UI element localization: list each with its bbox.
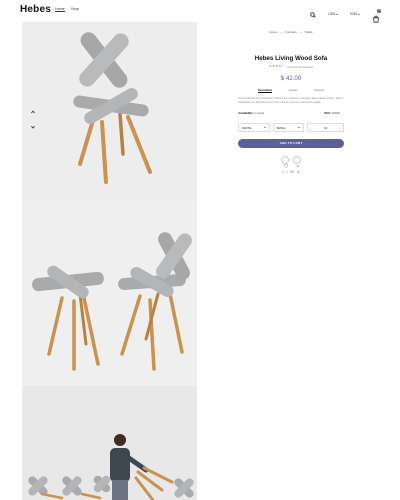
availability: Availability: In stock [238,111,264,115]
nav-item-shop[interactable]: Shop [71,7,79,12]
minus-icon[interactable]: – [311,126,313,130]
color-select[interactable]: WHITE [238,123,270,133]
chevron-down-icon [336,13,339,15]
wishlist-button[interactable] [281,156,289,169]
main-nav: Home Shop [55,7,79,12]
brand-logo[interactable]: Hebes [20,4,51,15]
add-to-cart-button[interactable]: ADD TO CART [238,139,344,149]
pinterest-icon[interactable]: p [298,170,300,174]
chevron-down-icon[interactable] [30,117,36,129]
breadcrumb-item-home[interactable]: Home [269,30,277,34]
plus-icon[interactable]: + [338,126,340,130]
tab-reviews[interactable]: Reviews [314,89,324,93]
breadcrumb-separator: » [300,30,302,34]
breadcrumb-item-sofas[interactable]: Sofas [305,30,313,34]
product-meta: Availability: In stock SKU: D3546 [238,111,344,115]
search-icon[interactable] [310,5,317,23]
breadcrumb-separator: » [280,30,283,34]
product-title: Hebes Living Wood Sofa [254,55,328,62]
tab-details[interactable]: Details [289,89,297,93]
product-image-3[interactable] [22,386,197,500]
sku: SKU: D3546 [324,111,340,115]
language-value: ENG [350,12,357,16]
currency-value: USD [328,12,336,16]
product-image-1[interactable] [22,22,197,204]
secondary-actions [238,156,344,169]
chevron-up-icon[interactable] [30,102,36,114]
size-select[interactable]: SMALL [272,123,305,133]
breadcrumb: Home » Furniture » Sofas [238,30,344,34]
star-icon: ★ [281,64,285,69]
product-gallery [22,22,197,500]
cart-count-badge: 0 [377,9,381,13]
gallery-nav [30,102,36,129]
language-select[interactable]: ENG [350,12,360,16]
product-info-panel: Home » Furniture » Sofas Hebes Living Wo… [238,30,344,174]
heart-icon [283,164,289,169]
sku-label: SKU: [324,111,331,116]
review-count[interactable]: (2 Customer Review) [287,65,313,69]
compare-button[interactable] [293,156,301,168]
size-value: SMALL [276,125,286,130]
product-image-2[interactable] [22,204,197,386]
site-header: Hebes Home Shop USD ENG 0 [0,0,400,23]
product-rating: ★ ★ ★ ★ ★ (2 Customer Review) [238,65,344,69]
share-links: f t G+ p [238,170,344,174]
chevron-down-icon [298,127,301,129]
product-description: Fusce eleifend arcu, finibus sit, ultric… [238,97,344,104]
nav-item-home[interactable]: Home [55,7,65,12]
quantity-value[interactable]: 01 [324,126,327,130]
tab-description[interactable]: Description [258,89,273,93]
color-value: WHITE [242,125,252,130]
compare-icon [296,165,300,168]
availability-value: In stock [254,111,265,116]
product-tabs: Description Details Reviews [238,89,344,94]
breadcrumb-item-furniture[interactable]: Furniture [285,30,297,34]
header-actions: USD ENG 0 [310,5,381,23]
twitter-icon[interactable]: t [286,170,287,174]
star-rating: ★ ★ ★ ★ ★ [269,65,285,68]
availability-label: Availability: [238,111,254,116]
bag-icon [373,15,379,23]
quantity-stepper: – 01 + [307,123,344,133]
facebook-icon[interactable]: f [283,170,284,174]
google-plus-icon[interactable]: G+ [290,170,294,174]
sku-value: D3546 [331,111,340,116]
cart-button[interactable]: 0 [372,9,381,23]
product-price: $ 42.00 [280,75,302,82]
currency-select[interactable]: USD [328,12,339,16]
chevron-down-icon [263,127,266,129]
chevron-down-icon [358,13,360,15]
product-options: WHITE SMALL – 01 + [238,123,344,133]
